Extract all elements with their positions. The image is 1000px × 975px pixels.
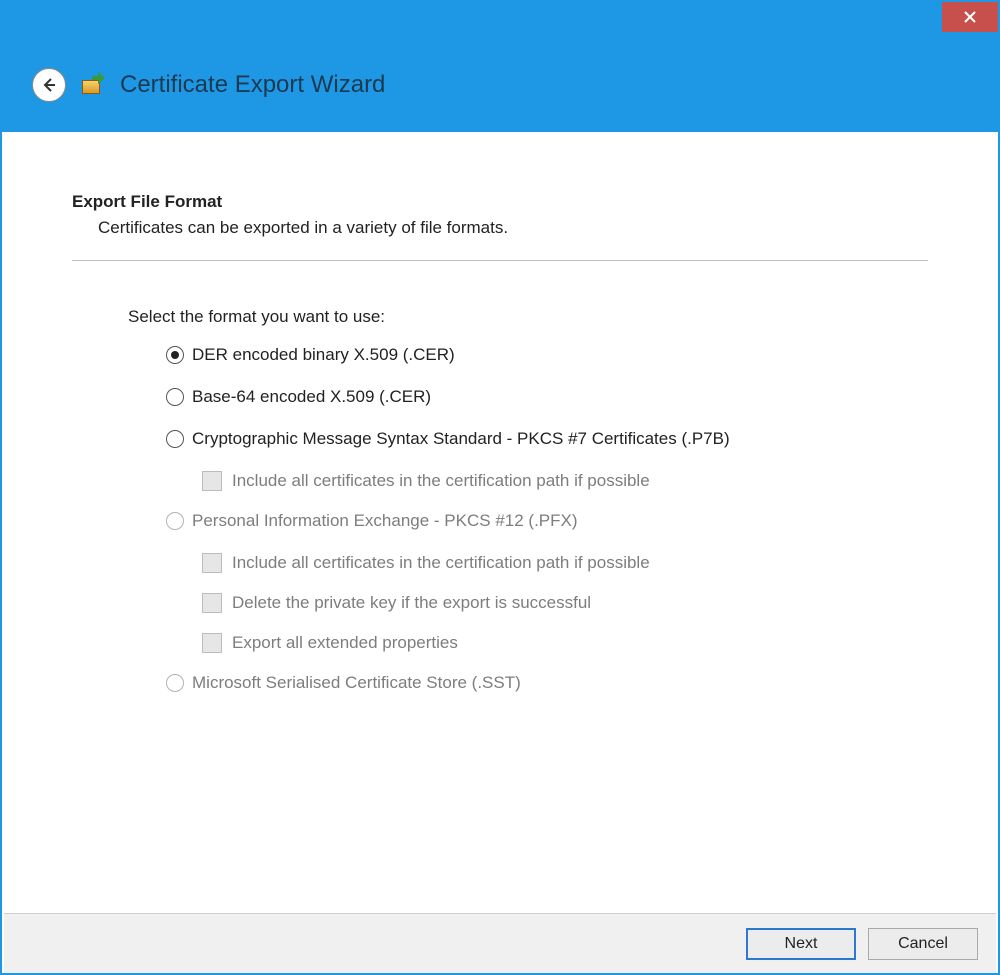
radio-label: Base-64 encoded X.509 (.CER)	[192, 387, 431, 407]
radio-label: DER encoded binary X.509 (.CER)	[192, 345, 455, 365]
wizard-title: Certificate Export Wizard	[120, 71, 385, 99]
checkbox-icon	[202, 633, 222, 653]
radio-label: Personal Information Exchange - PKCS #12…	[192, 511, 578, 531]
separator	[72, 260, 928, 261]
close-icon	[963, 10, 977, 24]
checkbox-pfx-export-ext: Export all extended properties	[202, 633, 928, 653]
radio-sst: Microsoft Serialised Certificate Store (…	[166, 673, 928, 693]
checkbox-icon	[202, 553, 222, 573]
checkbox-icon	[202, 593, 222, 613]
checkbox-pfx-include-path: Include all certificates in the certific…	[202, 553, 928, 573]
cancel-button[interactable]: Cancel	[868, 928, 978, 960]
radio-label: Microsoft Serialised Certificate Store (…	[192, 673, 521, 693]
checkbox-label: Include all certificates in the certific…	[232, 471, 650, 491]
titlebar	[2, 2, 998, 42]
checkbox-pfx-delete-key: Delete the private key if the export is …	[202, 593, 928, 613]
wizard-header: Certificate Export Wizard	[2, 42, 998, 132]
format-options: DER encoded binary X.509 (.CER) Base-64 …	[166, 345, 928, 693]
radio-label: Cryptographic Message Syntax Standard - …	[192, 429, 730, 449]
checkbox-icon	[202, 471, 222, 491]
radio-icon	[166, 674, 184, 692]
radio-icon	[166, 346, 184, 364]
checkbox-label: Export all extended properties	[232, 633, 458, 653]
checkbox-p7b-include-path: Include all certificates in the certific…	[202, 471, 928, 491]
radio-pfx: Personal Information Exchange - PKCS #12…	[166, 511, 928, 531]
radio-icon	[166, 388, 184, 406]
wizard-footer: Next Cancel	[4, 913, 996, 973]
format-prompt: Select the format you want to use:	[128, 307, 928, 327]
checkbox-label: Delete the private key if the export is …	[232, 593, 591, 613]
radio-icon	[166, 512, 184, 530]
checkbox-label: Include all certificates in the certific…	[232, 553, 650, 573]
wizard-content: Export File Format Certificates can be e…	[2, 132, 998, 693]
radio-der[interactable]: DER encoded binary X.509 (.CER)	[166, 345, 928, 365]
radio-base64[interactable]: Base-64 encoded X.509 (.CER)	[166, 387, 928, 407]
section-description: Certificates can be exported in a variet…	[98, 218, 928, 238]
next-button[interactable]: Next	[746, 928, 856, 960]
section-heading: Export File Format	[72, 192, 928, 212]
back-arrow-icon	[40, 76, 58, 94]
close-button[interactable]	[942, 2, 998, 32]
radio-p7b[interactable]: Cryptographic Message Syntax Standard - …	[166, 429, 928, 449]
certificate-export-icon	[80, 72, 106, 98]
wizard-window: Certificate Export Wizard Export File Fo…	[0, 0, 1000, 975]
back-button[interactable]	[32, 68, 66, 102]
radio-icon	[166, 430, 184, 448]
